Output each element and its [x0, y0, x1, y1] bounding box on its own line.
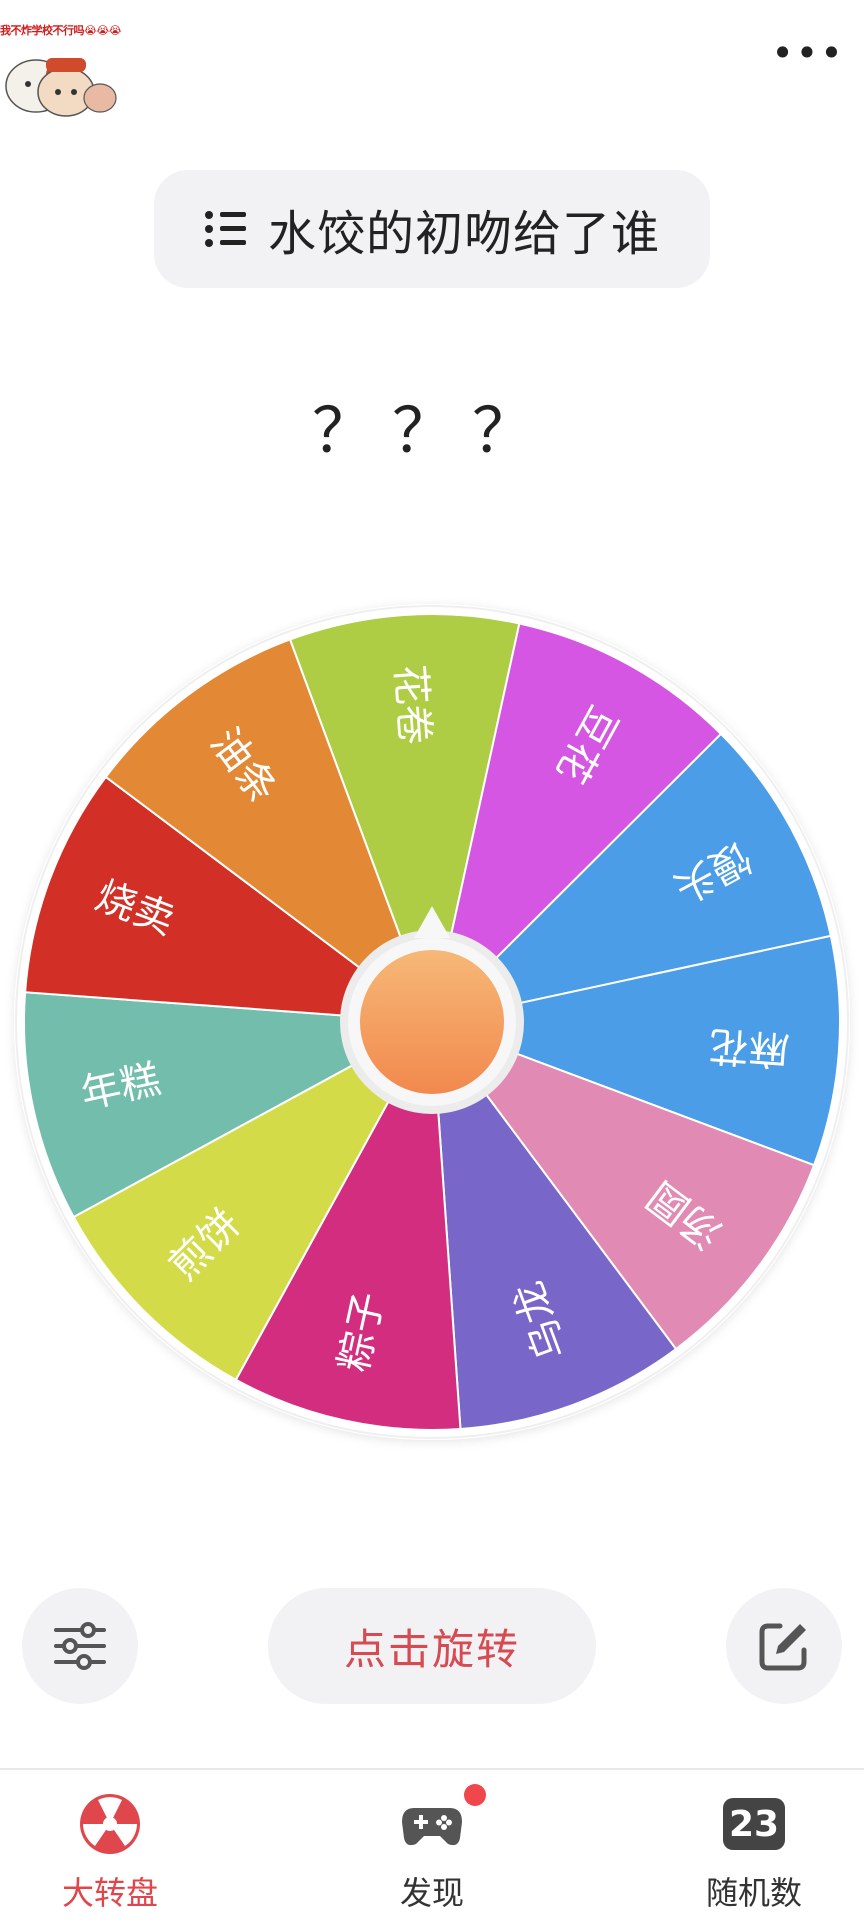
number-icon: 23	[722, 1792, 786, 1856]
tab-wheel[interactable]: 大转盘	[10, 1770, 210, 1920]
more-menu-button[interactable]: •••	[771, 34, 842, 72]
sticker-image: 我不炸学校不行吗😭😭😭	[0, 22, 130, 122]
settings-button[interactable]	[22, 1588, 138, 1704]
tab-label: 发现	[399, 1874, 464, 1912]
list-icon	[204, 211, 246, 247]
notification-dot	[464, 1784, 486, 1806]
tab-random-number[interactable]: 23 随机数	[654, 1770, 854, 1920]
spin-button[interactable]: 点击旋转	[268, 1588, 596, 1704]
number-icon-value: 23	[723, 1798, 785, 1850]
wheel-icon	[78, 1792, 142, 1856]
spin-wheel[interactable]: 花卷 豆花 馒头 麻花 汤圆 乌龙 粽子 煎饼 年糕 烧卖 油条	[2, 592, 862, 1452]
wheel-segment-label: 麻花	[707, 1021, 790, 1073]
edit-button[interactable]	[726, 1588, 842, 1704]
spin-result: ？？？	[311, 394, 552, 467]
wheel-title: 水饺的初吻给了谁	[267, 206, 660, 262]
tab-label: 随机数	[705, 1874, 802, 1912]
hub-button[interactable]	[360, 950, 504, 1094]
tab-bar: 大转盘 发现 23 随机数	[0, 1768, 864, 1922]
wheel-title-button[interactable]: 水饺的初吻给了谁	[154, 170, 710, 288]
tab-discover[interactable]: 发现	[332, 1770, 532, 1920]
edit-icon	[759, 1623, 807, 1671]
gamepad-icon	[400, 1784, 486, 1856]
wheel-segment-label: 花卷	[386, 663, 437, 746]
sliders-icon	[54, 1622, 106, 1670]
tab-label: 大转盘	[61, 1874, 158, 1912]
